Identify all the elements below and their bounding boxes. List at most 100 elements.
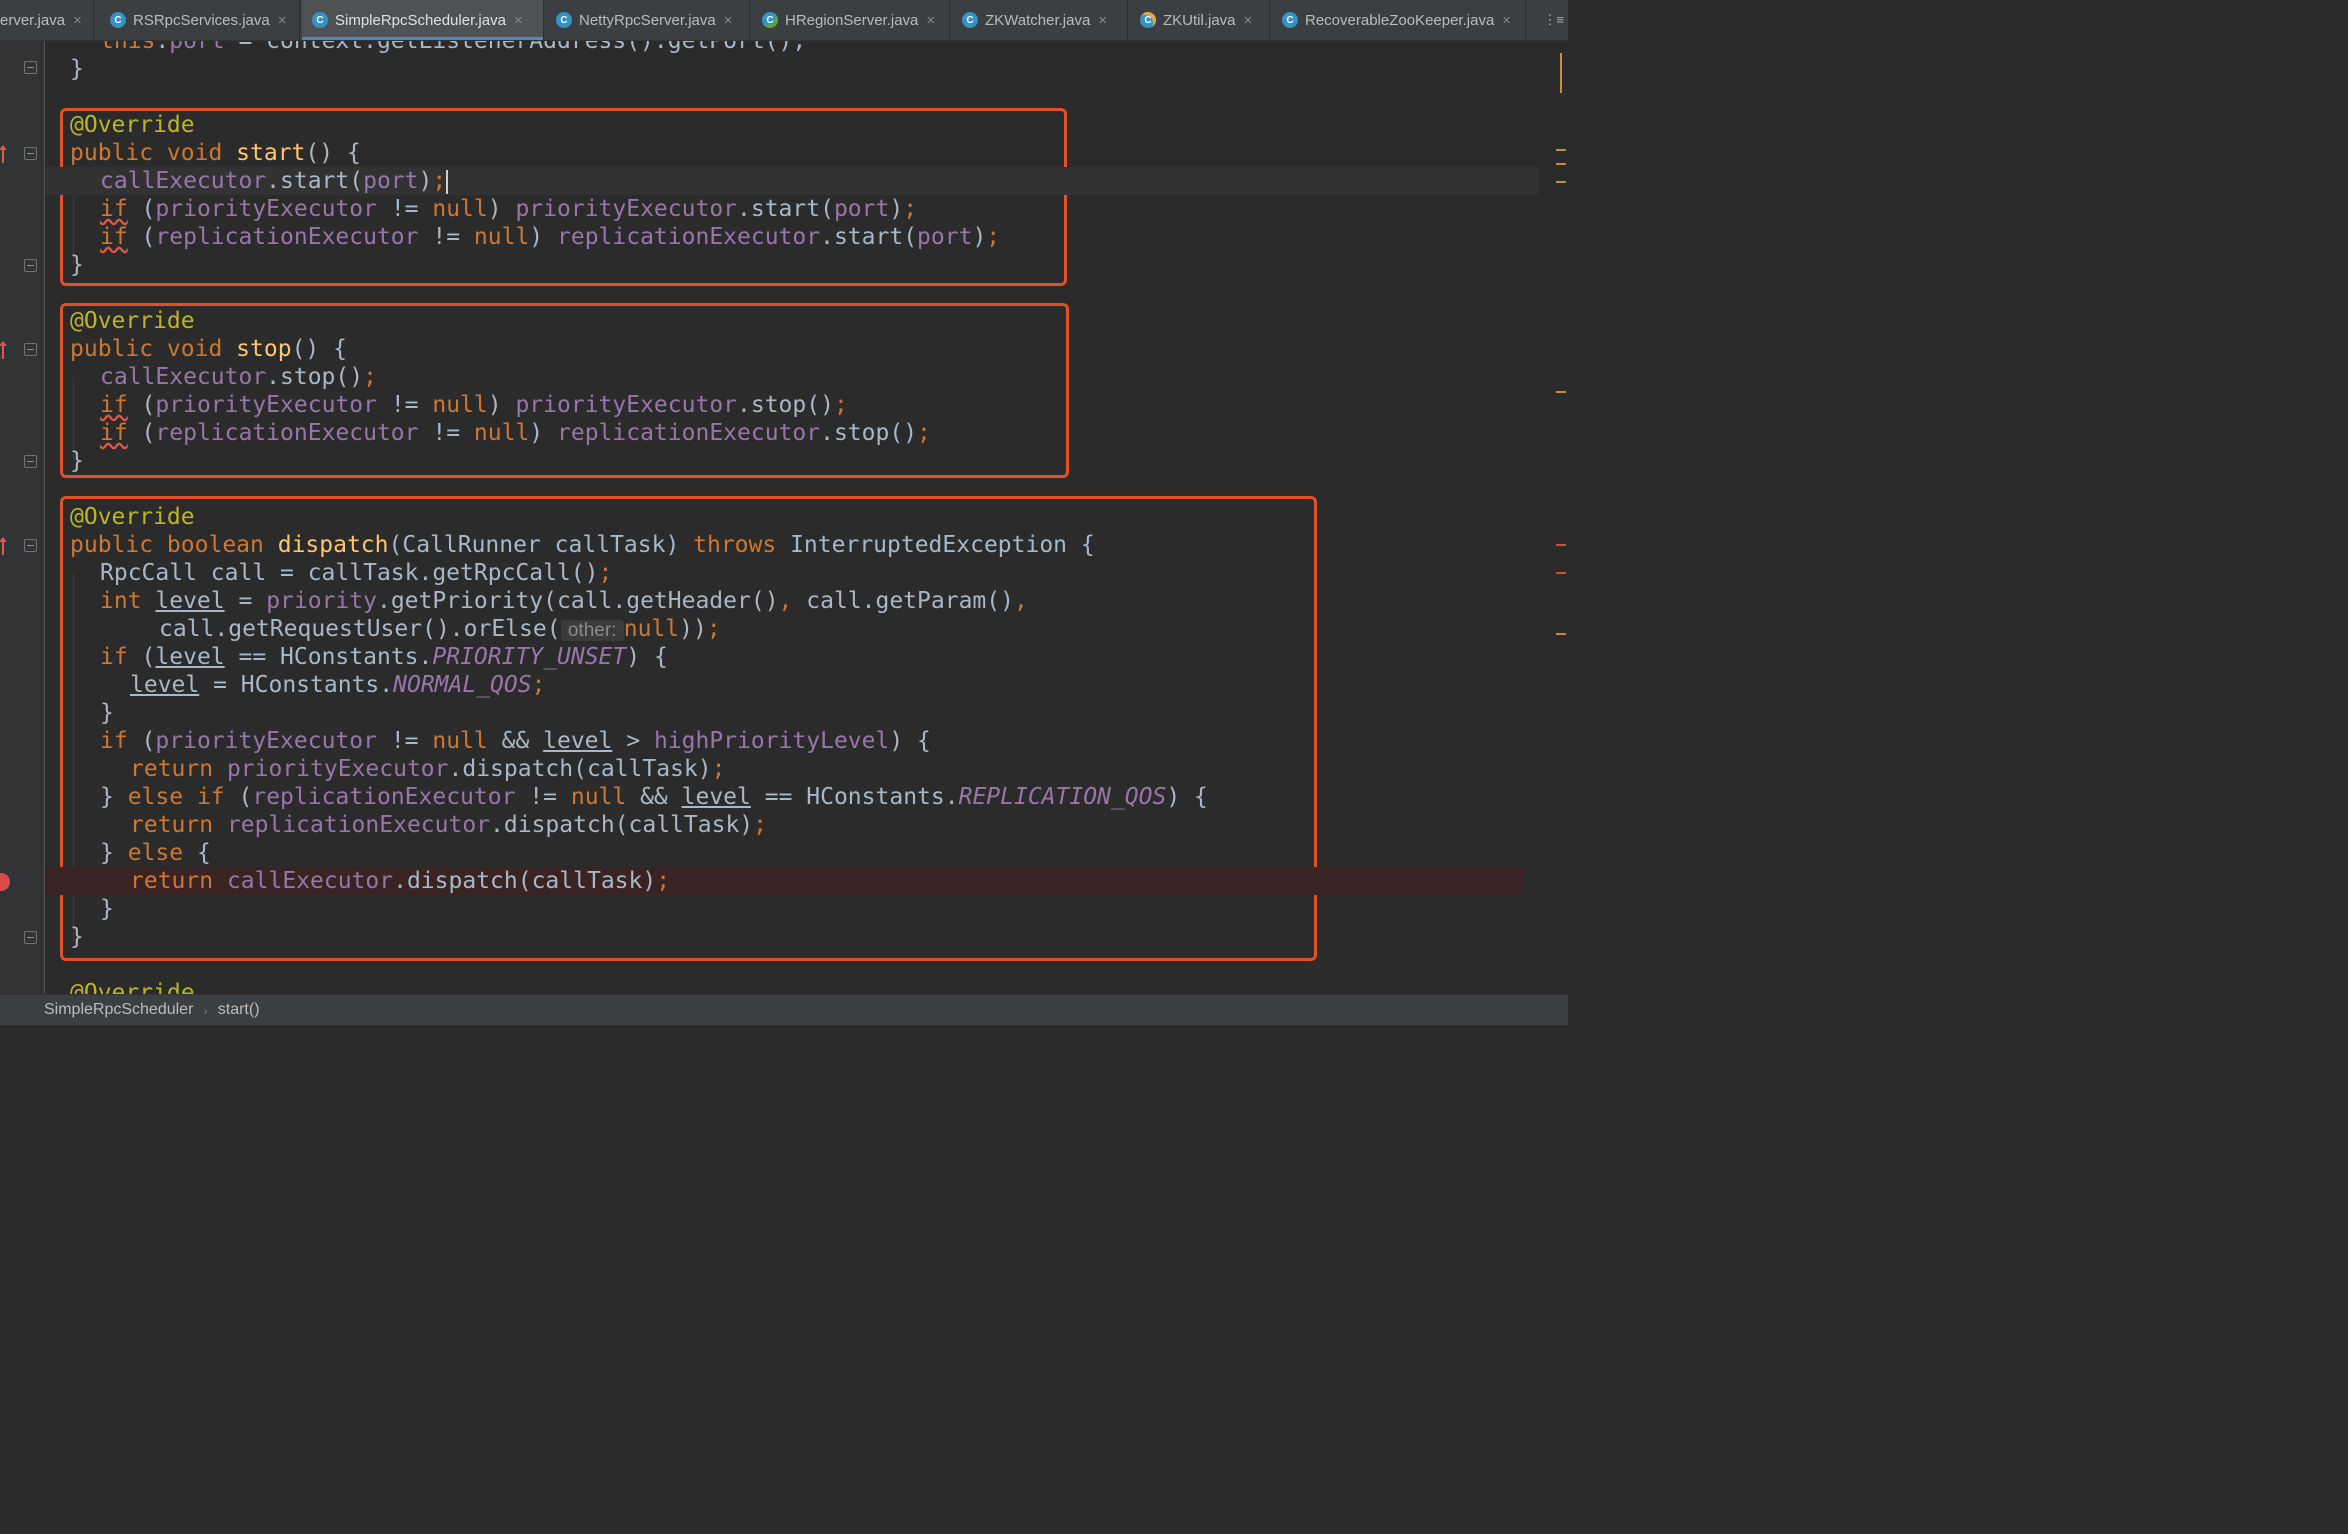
- code-line[interactable]: callExecutor.stop();: [45, 363, 1538, 391]
- code-line[interactable]: @Override: [45, 307, 1538, 335]
- tab-list-menu-icon[interactable]: ⋮≡: [1543, 0, 1564, 40]
- fold-icon[interactable]: [24, 147, 37, 160]
- code-line[interactable]: if (priorityExecutor != null && level > …: [45, 727, 1538, 755]
- code-line[interactable]: }: [45, 699, 1538, 727]
- code-line[interactable]: level = HConstants.NORMAL_QOS;: [45, 671, 1538, 699]
- tab-zkutil[interactable]: C ZKUtil.java ×: [1130, 0, 1270, 40]
- tab-zkwatcher[interactable]: C ZKWatcher.java ×: [952, 0, 1128, 40]
- warning-mark[interactable]: [1556, 181, 1566, 183]
- code-line[interactable]: public void stop() {: [45, 335, 1538, 363]
- code-line[interactable]: call.getRequestUser().orElse( other: nul…: [45, 615, 1538, 643]
- keyword-token: else if: [127, 784, 225, 810]
- breadcrumb-class[interactable]: SimpleRpcScheduler: [44, 1001, 193, 1019]
- warning-mark[interactable]: [1556, 391, 1566, 393]
- breakpoint-icon[interactable]: [0, 873, 10, 891]
- tab-rsrpcservices[interactable]: C RSRpcServices.java ×: [100, 0, 300, 40]
- keyword-token: null: [473, 224, 530, 250]
- keyword-token: ,: [1013, 588, 1028, 614]
- code-token: .dispatch(callTask): [448, 756, 712, 782]
- code-line[interactable]: @Override: [45, 111, 1538, 139]
- close-icon[interactable]: ×: [724, 12, 733, 29]
- code-line[interactable]: public void start() {: [45, 139, 1538, 167]
- tab-label: ZKWatcher.java: [985, 11, 1091, 29]
- code-token: () {: [305, 140, 361, 166]
- tab-simplerpcscheduler[interactable]: C SimpleRpcScheduler.java ×: [302, 0, 544, 40]
- override-arrow-icon[interactable]: [0, 537, 7, 555]
- field-token: priorityExecutor: [226, 756, 449, 782]
- annotation-token: @Override: [70, 308, 195, 334]
- code-line[interactable]: return priorityExecutor.dispatch(callTas…: [45, 755, 1538, 783]
- editor-gutter[interactable]: [0, 41, 45, 994]
- keyword-token: this: [100, 41, 156, 54]
- fold-icon[interactable]: [24, 931, 37, 944]
- warning-mark[interactable]: [1560, 53, 1562, 93]
- close-icon[interactable]: ×: [1502, 12, 1511, 29]
- code-line[interactable]: return replicationExecutor.dispatch(call…: [45, 811, 1538, 839]
- close-icon[interactable]: ×: [1244, 12, 1253, 29]
- field-token: replicationExecutor: [557, 224, 821, 250]
- locked-class-icon: C: [1140, 12, 1156, 28]
- tab-hregionserver[interactable]: C HRegionServer.java ×: [752, 0, 950, 40]
- fold-icon[interactable]: [24, 61, 37, 74]
- warning-mark[interactable]: [1556, 149, 1566, 151]
- code-line[interactable]: int level = priority.getPriority(call.ge…: [45, 587, 1538, 615]
- code-line[interactable]: if (replicationExecutor != null) replica…: [45, 223, 1538, 251]
- breadcrumb-method[interactable]: start(): [218, 1001, 260, 1019]
- close-icon[interactable]: ×: [1098, 12, 1107, 29]
- code-line[interactable]: if (priorityExecutor != null) priorityEx…: [45, 195, 1538, 223]
- keyword-token: ,: [778, 588, 793, 614]
- code-line[interactable]: }: [45, 923, 1538, 951]
- warning-mark[interactable]: [1556, 633, 1566, 635]
- tab-server-java[interactable]: erver.java ×: [0, 0, 94, 40]
- override-arrow-icon[interactable]: [0, 145, 7, 163]
- keyword-token: null: [432, 392, 488, 418]
- close-icon[interactable]: ×: [514, 12, 523, 29]
- field-token: priorityExecutor: [155, 728, 377, 754]
- fold-icon[interactable]: [24, 259, 37, 272]
- error-stripe-scrollbar[interactable]: [1538, 41, 1568, 994]
- constant-token: NORMAL_QOS: [393, 672, 532, 698]
- keyword-warning-token: if: [100, 196, 128, 222]
- field-token: callExecutor: [100, 168, 267, 194]
- warning-mark[interactable]: [1556, 163, 1566, 165]
- tab-recoverablezookeeper[interactable]: C RecoverableZooKeeper.java ×: [1272, 0, 1526, 40]
- code-token: .getPriority(call.getHeader(): [376, 588, 779, 614]
- code-token: == HConstants.: [224, 644, 433, 670]
- override-arrow-icon[interactable]: [0, 341, 7, 359]
- code-token: }: [70, 924, 84, 950]
- fold-icon[interactable]: [24, 455, 37, 468]
- keyword-token: throws: [693, 532, 777, 558]
- code-token: }: [100, 896, 114, 922]
- close-icon[interactable]: ×: [73, 12, 82, 29]
- keyword-token: ;: [531, 672, 546, 698]
- error-mark[interactable]: [1556, 572, 1566, 574]
- close-icon[interactable]: ×: [278, 12, 287, 29]
- code-token: =: [224, 588, 267, 614]
- code-line-current[interactable]: callExecutor.start(port);: [45, 167, 1538, 195]
- code-line[interactable]: this.port = context.getListenerAddress()…: [45, 41, 1538, 55]
- code-line-breakpoint[interactable]: return callExecutor.dispatch(callTask);: [45, 867, 1524, 895]
- fold-icon[interactable]: [24, 343, 37, 356]
- error-mark[interactable]: [1556, 544, 1566, 546]
- code-line[interactable]: }: [45, 251, 1538, 279]
- code-token: (CallRunner callTask): [388, 532, 694, 558]
- code-line[interactable]: }: [45, 447, 1538, 475]
- code-line[interactable]: @Override: [45, 503, 1538, 531]
- code-line[interactable]: @Override: [45, 979, 1538, 994]
- code-line[interactable]: } else if (replicationExecutor != null &…: [45, 783, 1538, 811]
- close-icon[interactable]: ×: [926, 12, 935, 29]
- code-token: RpcCall call = callTask.getRpcCall(): [100, 560, 599, 586]
- fold-icon[interactable]: [24, 539, 37, 552]
- code-line[interactable]: if (level == HConstants.PRIORITY_UNSET) …: [45, 643, 1538, 671]
- code-line[interactable]: }: [45, 895, 1538, 923]
- code-line[interactable]: } else {: [45, 839, 1538, 867]
- tab-nettyrpcserver[interactable]: C NettyRpcServer.java ×: [546, 0, 750, 40]
- code-token: InterruptedException {: [776, 532, 1095, 558]
- code-line[interactable]: RpcCall call = callTask.getRpcCall();: [45, 559, 1538, 587]
- code-line[interactable]: public boolean dispatch(CallRunner callT…: [45, 531, 1538, 559]
- code-line[interactable]: if (replicationExecutor != null) replica…: [45, 419, 1538, 447]
- variable-token: level: [130, 672, 200, 698]
- code-line[interactable]: if (priorityExecutor != null) priorityEx…: [45, 391, 1538, 419]
- code-line[interactable]: }: [45, 55, 1538, 83]
- code-editor[interactable]: this.port = context.getListenerAddress()…: [45, 41, 1538, 994]
